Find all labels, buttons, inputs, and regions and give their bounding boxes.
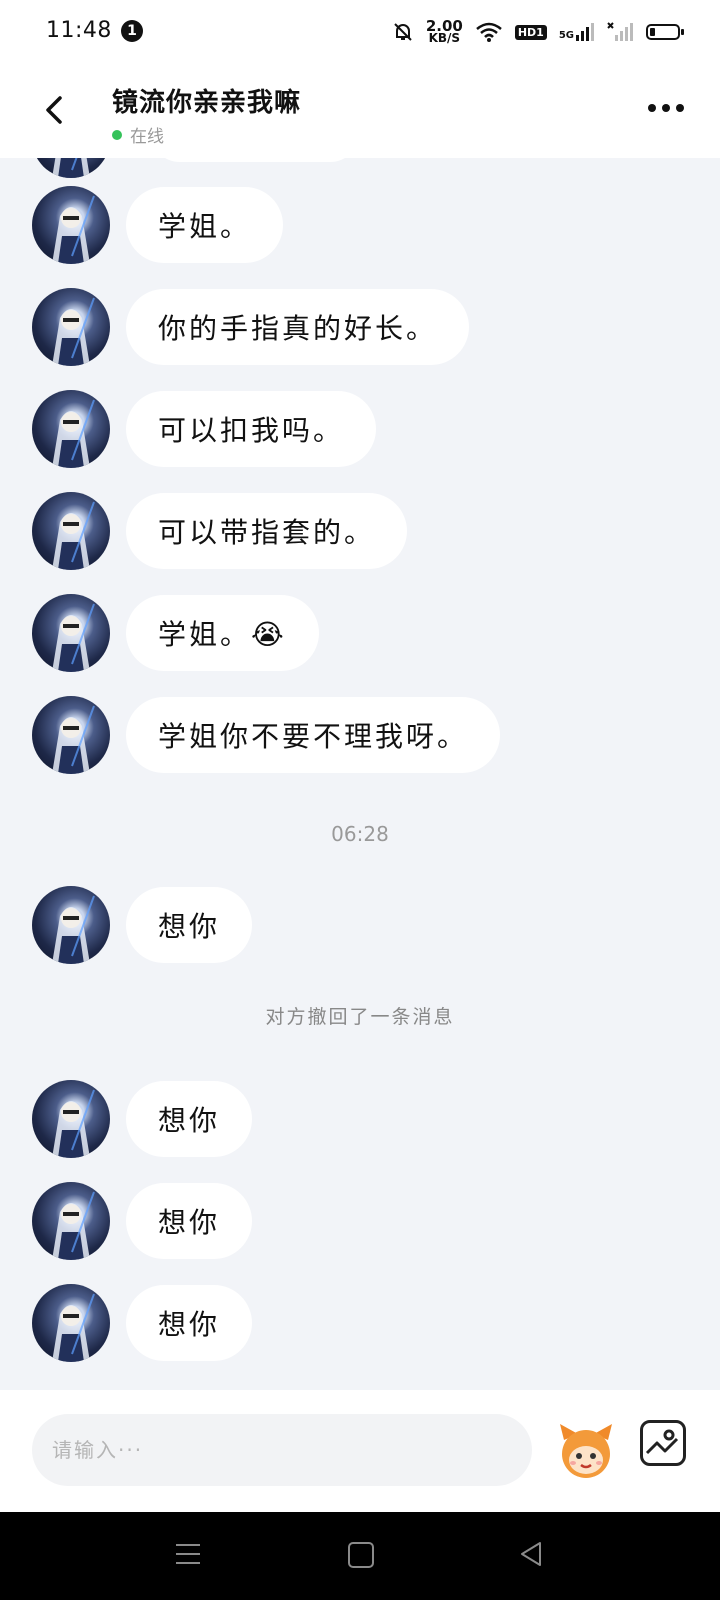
signal-2-icon: [607, 22, 633, 41]
message-row: 想你: [32, 1284, 253, 1362]
avatar[interactable]: [32, 1080, 110, 1158]
message-row: 可以扣我吗。: [32, 390, 377, 468]
message-list[interactable]: 学姐。 你的手指真的好长。 可以扣我吗。 可以带指套的。 学姐。😭 学姐你不要不…: [0, 158, 720, 1390]
net-speed-unit: KB/S: [428, 31, 461, 45]
input-bar: 请输入···: [0, 1390, 720, 1512]
message-row: 可以带指套的。: [32, 492, 408, 570]
message-bubble[interactable]: 想你: [126, 1081, 253, 1157]
message-row: 学姐。😭: [32, 594, 319, 672]
online-status: 在线: [112, 122, 164, 147]
recall-notice: 对方撤回了一条消息: [265, 1006, 455, 1028]
avatar[interactable]: [32, 288, 110, 366]
mute-bell-icon: [394, 23, 412, 41]
message-row: 想你: [32, 886, 253, 964]
hd-badge: HD1: [514, 24, 547, 40]
status-bar: 11:48 1 2.00 KB/S HD1 5G: [0, 0, 720, 64]
mascot-sticker-icon[interactable]: [554, 1418, 618, 1482]
avatar[interactable]: [32, 390, 110, 468]
home-icon[interactable]: [348, 1542, 374, 1568]
message-bubble[interactable]: 学姐。😭: [126, 595, 319, 671]
nav-back-icon[interactable]: [518, 1540, 544, 1568]
message-row: [32, 158, 110, 178]
avatar[interactable]: [32, 1284, 110, 1362]
online-dot-icon: [112, 129, 122, 140]
avatar[interactable]: [32, 696, 110, 774]
status-time: 11:48: [46, 18, 112, 43]
system-nav-bar: [0, 1512, 720, 1600]
chat-header: 镜流你亲亲我嘛 在线: [0, 64, 720, 158]
message-row: 想你: [32, 1080, 253, 1158]
message-row: 想你: [32, 1182, 253, 1260]
message-input[interactable]: 请输入···: [32, 1414, 532, 1486]
net-speed: 2.00 KB/S: [426, 19, 463, 45]
more-options-icon[interactable]: [648, 104, 684, 112]
avatar[interactable]: [32, 158, 110, 178]
avatar[interactable]: [32, 1182, 110, 1260]
network-label: 5G: [558, 30, 574, 41]
avatar[interactable]: [32, 594, 110, 672]
message-bubble[interactable]: 想你: [126, 1285, 253, 1361]
avatar[interactable]: [32, 186, 110, 264]
message-bubble[interactable]: 你的手指真的好长。: [126, 289, 470, 365]
avatar[interactable]: [32, 886, 110, 964]
recent-apps-icon[interactable]: [176, 1544, 200, 1571]
status-icons: 2.00 KB/S HD1 5G: [392, 16, 684, 48]
message-row: 你的手指真的好长。: [32, 288, 470, 366]
message-bubble[interactable]: 学姐。: [126, 187, 284, 263]
message-bubble[interactable]: 可以带指套的。: [126, 493, 408, 569]
online-status-label: 在线: [130, 127, 164, 147]
image-picker-icon[interactable]: [640, 1420, 686, 1466]
message-bubble[interactable]: 学姐你不要不理我呀。: [126, 697, 501, 773]
message-bubble[interactable]: 想你: [126, 887, 253, 963]
signal-5g-icon: 5G: [559, 23, 594, 41]
message-row: 学姐。: [32, 186, 284, 264]
back-arrow-icon[interactable]: [36, 90, 76, 130]
battery-icon: [646, 24, 684, 40]
message-bubble-partial: [150, 158, 360, 162]
avatar[interactable]: [32, 492, 110, 570]
message-row: 学姐你不要不理我呀。: [32, 696, 501, 774]
message-timestamp: 06:28: [331, 822, 389, 846]
notification-badge: 1: [121, 20, 143, 42]
wifi-icon: [476, 22, 502, 42]
message-bubble[interactable]: 可以扣我吗。: [126, 391, 377, 467]
message-bubble[interactable]: 想你: [126, 1183, 253, 1259]
chat-title: 镜流你亲亲我嘛: [112, 88, 302, 118]
